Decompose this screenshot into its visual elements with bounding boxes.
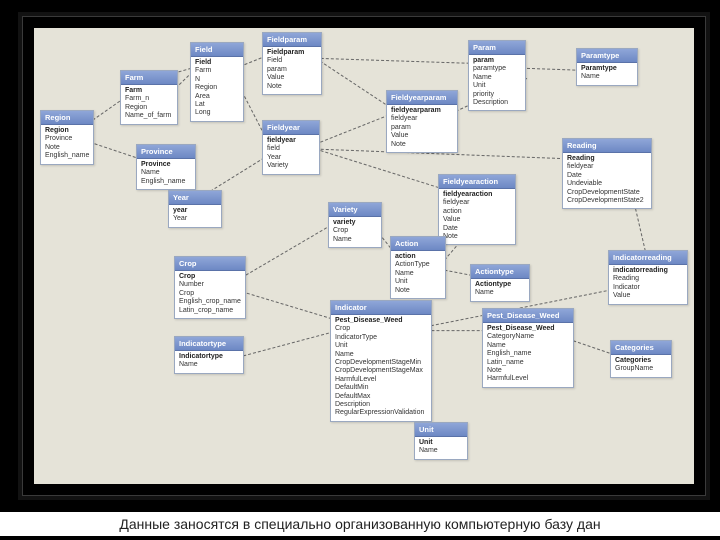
table-actiontype[interactable]: Actiontype Actiontype Name	[470, 264, 530, 302]
table-fieldyearaction[interactable]: Fieldyearaction fieldyearaction fieldyea…	[438, 174, 516, 245]
table-indicatortype[interactable]: Indicatortype Indicatortype Name	[174, 336, 244, 374]
table-paramtype[interactable]: Paramtype Paramtype Name	[576, 48, 638, 86]
table-body: Region Province Note English_name	[41, 125, 93, 164]
table-year[interactable]: Year year Year	[168, 190, 222, 228]
table-header: Region	[41, 111, 93, 125]
table-unit[interactable]: Unit Unit Name	[414, 422, 468, 460]
table-pest-disease-weed[interactable]: Pest_Disease_Weed Pest_Disease_Weed Cate…	[482, 308, 574, 388]
table-farm[interactable]: Farm Farm Farm_n Region Name_of_farm	[120, 70, 178, 125]
table-fieldyearparam[interactable]: Fieldyearparam fieldyearparam fieldyear …	[386, 90, 458, 153]
table-province[interactable]: Province Province Name English_name	[136, 144, 196, 190]
table-field[interactable]: Field Field Farm N Region Area Lat Long	[190, 42, 244, 122]
slide-caption: Данные заносятся в специально организова…	[0, 512, 720, 536]
table-variety[interactable]: Variety variety Crop Name	[328, 202, 382, 248]
table-indicatorreading[interactable]: Indicatorreading indicatorreading Readin…	[608, 250, 688, 305]
table-fieldparam[interactable]: Fieldparam Fieldparam Field param Value …	[262, 32, 322, 95]
table-region[interactable]: Region Region Province Note English_name	[40, 110, 94, 165]
table-crop[interactable]: Crop Crop Number Crop English_crop_name …	[174, 256, 246, 319]
table-param[interactable]: Param param paramtype Name Unit priority…	[468, 40, 526, 111]
table-categories[interactable]: Categories Categories GroupName	[610, 340, 672, 378]
er-diagram-canvas: Region Region Province Note English_name…	[34, 28, 694, 484]
table-reading[interactable]: Reading Reading fieldyear Date Undeviabl…	[562, 138, 652, 209]
table-fieldyear[interactable]: Fieldyear fieldyear field Year Variety	[262, 120, 320, 175]
table-action[interactable]: Action action ActionType Name Unit Note	[390, 236, 446, 299]
table-indicator[interactable]: Indicator Pest_Disease_Weed Crop Indicat…	[330, 300, 432, 422]
